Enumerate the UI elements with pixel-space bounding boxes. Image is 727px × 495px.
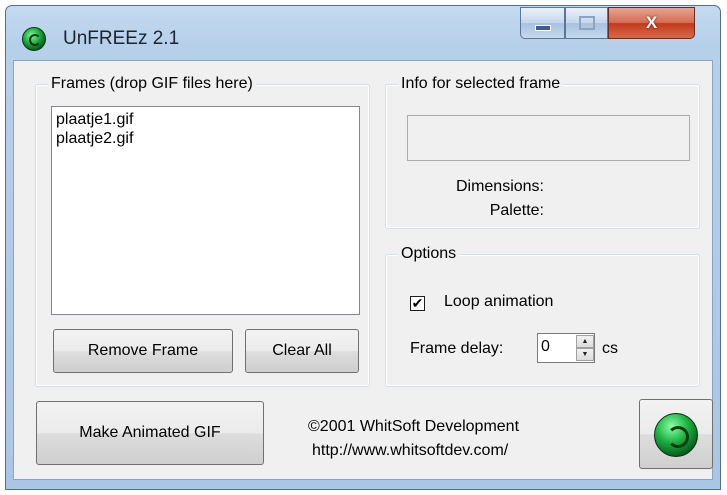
clear-all-button[interactable]: Clear All xyxy=(245,329,359,373)
maximize-button[interactable] xyxy=(565,7,608,39)
info-group-legend: Info for selected frame xyxy=(398,75,564,93)
client-area: Frames (drop GIF files here) plaatje1.gi… xyxy=(13,60,713,480)
list-item[interactable]: plaatje1.gif xyxy=(56,110,355,129)
frames-listbox[interactable]: plaatje1.gif plaatje2.gif xyxy=(51,106,360,315)
maximize-icon xyxy=(578,16,595,30)
options-group: Options ✔ Loop animation Frame delay: 0 … xyxy=(385,245,700,387)
spin-down-icon[interactable]: ▼ xyxy=(576,348,594,361)
frame-info-field xyxy=(407,115,690,161)
copyright-text: ©2001 WhitSoft Development xyxy=(308,418,520,435)
make-animated-gif-button[interactable]: Make Animated GIF xyxy=(36,401,264,465)
spin-up-icon[interactable]: ▲ xyxy=(576,335,594,348)
frames-group-legend: Frames (drop GIF files here) xyxy=(48,75,256,93)
list-item[interactable]: plaatje2.gif xyxy=(56,129,355,148)
close-icon: X xyxy=(645,13,658,32)
window-title: UnFREEz 2.1 xyxy=(63,28,180,49)
website-url: http://www.whitsoftdev.com/ xyxy=(312,442,509,459)
minimize-icon xyxy=(534,25,551,31)
close-button[interactable]: X xyxy=(608,7,695,39)
remove-frame-button[interactable]: Remove Frame xyxy=(53,329,233,373)
palette-label: Palette: xyxy=(489,202,544,219)
dimensions-label: Dimensions: xyxy=(455,178,544,195)
options-group-legend: Options xyxy=(398,245,460,263)
unfreez-logo-icon xyxy=(22,27,46,51)
minimize-button[interactable] xyxy=(520,7,565,39)
frame-delay-unit: cs xyxy=(602,340,618,357)
loop-animation-checkbox[interactable]: ✔ xyxy=(410,296,425,311)
loop-animation-label[interactable]: Loop animation xyxy=(444,293,553,311)
frame-delay-label: Frame delay: xyxy=(410,340,504,357)
unfreez-logo-icon xyxy=(654,413,698,457)
logo-button[interactable] xyxy=(639,399,713,469)
frames-group: Frames (drop GIF files here) plaatje1.gi… xyxy=(35,75,370,387)
info-group: Info for selected frame Dimensions: Pale… xyxy=(385,75,700,229)
